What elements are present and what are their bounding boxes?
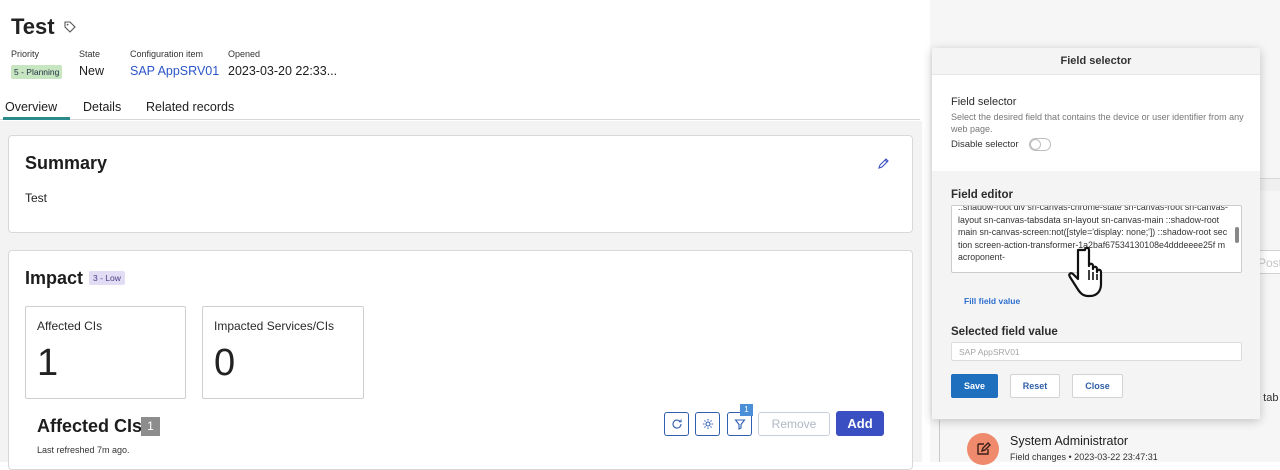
priority-label: Priority: [11, 49, 40, 59]
impact-badge: 3 - Low: [89, 271, 125, 285]
field-editor-title: Field editor: [951, 189, 1013, 201]
selector-description: Select the desired field that contains t…: [951, 112, 1244, 134]
affected-cis-title: Affected CIs: [37, 416, 143, 436]
ci-label: Configuration item: [130, 49, 204, 59]
tag-icon[interactable]: [64, 21, 76, 33]
opened-value: 2023-03-20 22:33...: [228, 64, 338, 78]
avatar: [967, 433, 999, 465]
stat-value: 1: [37, 342, 59, 384]
priority-badge: 5 - Planning: [11, 65, 63, 79]
state-value: New: [79, 64, 105, 78]
reset-button[interactable]: Reset: [1010, 374, 1060, 398]
summary-title: Summary: [25, 153, 108, 173]
disable-selector-label: Disable selector: [951, 139, 1019, 150]
summary-card: [8, 135, 913, 233]
pencil-icon[interactable]: [877, 157, 890, 170]
stat-label: Affected CIs: [37, 319, 103, 333]
activity-author: System Administrator: [1010, 434, 1129, 448]
filter-count-badge: 1: [740, 404, 753, 416]
tab-details[interactable]: Details: [83, 100, 121, 114]
selected-field-input[interactable]: SAP AppSRV01: [951, 342, 1242, 361]
stat-value: 0: [214, 342, 236, 384]
tab-related-records[interactable]: Related records: [146, 100, 234, 114]
toggle-knob: [1030, 139, 1041, 150]
edit-note-icon: [975, 441, 991, 457]
panel-edge: [1258, 178, 1280, 191]
popup-header: Field selector: [932, 48, 1260, 75]
selector-title: Field selector: [951, 96, 1017, 108]
affected-cis-count: 1: [141, 417, 160, 436]
timeline-line: [939, 420, 940, 462]
fill-field-value-link[interactable]: Fill field value: [964, 296, 1020, 306]
activity-detail: Field changes • 2023-03-22 23:47:31: [1010, 452, 1158, 462]
ci-link[interactable]: SAP AppSRV01: [130, 64, 219, 78]
settings-button[interactable]: [695, 412, 720, 436]
page-title: Test: [11, 14, 55, 39]
activity-partial-text: ' tab: [1258, 392, 1279, 404]
remove-button[interactable]: Remove: [758, 412, 830, 436]
tab-overview[interactable]: Overview: [5, 100, 57, 114]
filter-icon: [733, 418, 746, 430]
editor-scrollbar[interactable]: [1235, 227, 1239, 243]
close-button[interactable]: Close: [1072, 374, 1123, 398]
last-refreshed: Last refreshed 7m ago.: [37, 445, 130, 455]
gear-icon: [702, 418, 714, 430]
summary-text: Test: [25, 191, 48, 205]
refresh-icon: [671, 418, 683, 430]
opened-label: Opened: [228, 49, 261, 59]
selected-field-title: Selected field value: [951, 326, 1058, 338]
refresh-button[interactable]: [664, 412, 689, 436]
impact-title: Impact: [25, 268, 84, 288]
state-label: State: [79, 49, 101, 59]
hand-cursor-icon: [1066, 242, 1116, 300]
stat-label: Impacted Services/CIs: [214, 319, 335, 333]
tab-bar: [0, 96, 920, 120]
add-button[interactable]: Add: [836, 411, 884, 436]
active-tab-indicator: [3, 117, 70, 120]
save-button[interactable]: Save: [951, 374, 998, 398]
